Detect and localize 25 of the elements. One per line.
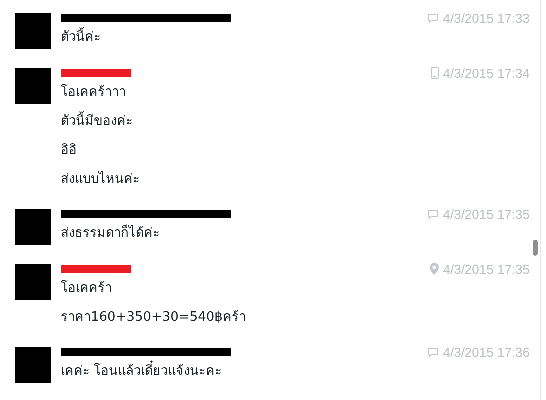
timestamp: 4/3/2015 17:33 (443, 10, 530, 26)
timestamp: 4/3/2015 17:35 (443, 206, 530, 222)
message-text: อิอิ (61, 142, 78, 160)
avatar (15, 68, 51, 104)
message-text: ส่งแบบไหนค่ะ (61, 170, 141, 189)
message-text: โอเคคร้า (61, 279, 113, 298)
message-text: เคค่ะ โอนแล้วเดี๋ยวแจ้งนะคะ (61, 362, 530, 382)
avatar (15, 264, 51, 300)
message-text: โอเคคร้าาา (61, 83, 127, 102)
scrollbar-thumb[interactable] (533, 240, 538, 256)
message-text: ตัวนี้ค่ะ (61, 28, 530, 48)
chat-bubble-icon (428, 208, 440, 220)
location-pin-icon (430, 263, 440, 275)
avatar (15, 209, 51, 245)
timestamp: 4/3/2015 17:35 (443, 262, 530, 276)
message-text: ราคา160+350+30=540฿คร้า (61, 309, 247, 327)
chat-bubble-icon (428, 12, 440, 24)
avatar (15, 13, 51, 49)
avatar (15, 347, 51, 383)
timestamp: 4/3/2015 17:34 (443, 66, 530, 80)
phone-icon (431, 67, 440, 79)
chat-bubble-icon (428, 346, 440, 358)
message-text: ตัวนี้มีของค่ะ (61, 112, 530, 132)
timestamp: 4/3/2015 17:36 (443, 344, 530, 360)
message-text: ส่งธรรมดาก็ได้ค่ะ (61, 224, 161, 243)
